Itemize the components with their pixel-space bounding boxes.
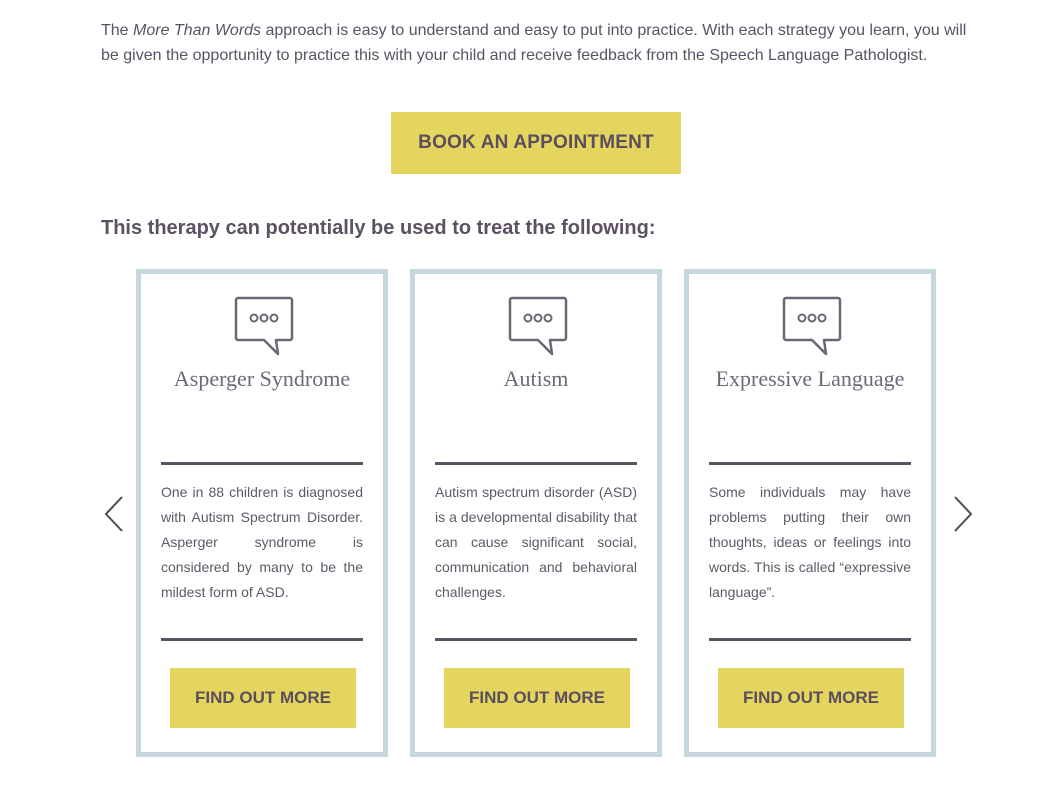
card-description: Some individuals may have problems putti… [709, 484, 911, 600]
section-heading: This therapy can potentially be used to … [101, 217, 656, 239]
carousel-prev-button[interactable] [102, 494, 126, 534]
intro-text-prefix: The [101, 22, 134, 39]
card-divider [161, 462, 363, 465]
find-out-more-button[interactable]: FIND OUT MORE [718, 668, 904, 728]
card-divider [435, 462, 637, 465]
condition-card-autism: Autism Autism spectrum disorder (ASD) is… [410, 269, 662, 757]
condition-card-expressive-language: Expressive Language Some individuals may… [684, 269, 936, 757]
speech-bubble-icon [508, 296, 568, 356]
card-title: Asperger Syndrome [173, 366, 351, 391]
card-title: Autism [503, 366, 569, 391]
card-divider [709, 462, 911, 465]
intro-paragraph: The More Than Words approach is easy to … [101, 18, 981, 68]
book-appointment-button[interactable]: BOOK AN APPOINTMENT [391, 112, 681, 174]
chevron-right-icon [954, 496, 973, 532]
carousel-next-button[interactable] [951, 494, 975, 534]
chevron-left-icon [104, 496, 123, 532]
card-description: One in 88 children is diagnosed with Aut… [161, 484, 363, 600]
card-description: Autism spectrum disorder (ASD) is a deve… [435, 484, 637, 600]
card-title: Expressive Language [715, 366, 905, 391]
card-divider [709, 638, 911, 641]
find-out-more-button[interactable]: FIND OUT MORE [170, 668, 356, 728]
condition-card-asperger: Asperger Syndrome One in 88 children is … [136, 269, 388, 757]
card-divider [435, 638, 637, 641]
find-out-more-button[interactable]: FIND OUT MORE [444, 668, 630, 728]
card-divider [161, 638, 363, 641]
intro-program-name: More Than Words [133, 22, 262, 39]
speech-bubble-icon [234, 296, 294, 356]
speech-bubble-icon [782, 296, 842, 356]
